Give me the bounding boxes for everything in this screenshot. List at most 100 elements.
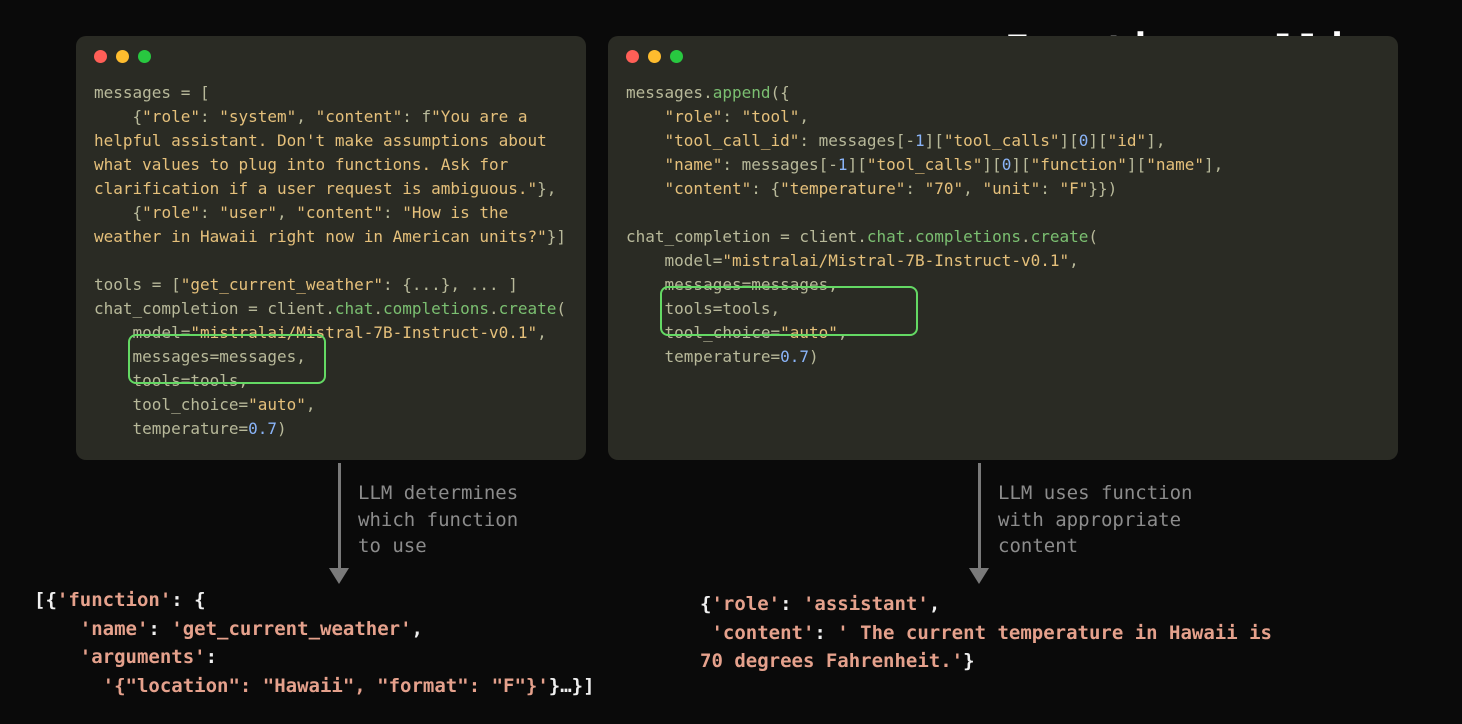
code-token: : [722,107,741,126]
code-token: 0 [1002,155,1012,174]
code-token: , [1069,251,1079,270]
code-token: ) [809,347,819,366]
code-token: messages=messages, [94,347,306,366]
code-token: . [905,227,915,246]
code-token: 'arguments' [80,646,206,668]
code-token: '{"location": "Hawaii", "format": "F"}' [103,675,549,697]
code-token: ][ [848,155,867,174]
code-token: 1 [838,155,848,174]
code-token: , [277,203,296,222]
maximize-icon [138,50,151,63]
code-token: 'get_current_weather' [171,618,411,640]
code-token: "role" [142,203,200,222]
code-token: "role" [665,107,723,126]
code-token: "tool" [742,107,800,126]
code-token: chat [867,227,906,246]
code-token: 'name' [80,618,149,640]
code-token: "role" [142,107,200,126]
code-block-left: messages = [ {"role": "system", "content… [94,81,568,441]
code-token: , [412,618,423,640]
code-token: { [94,203,142,222]
code-token: : [200,203,219,222]
close-icon [626,50,639,63]
arrow-right [969,463,989,584]
traffic-lights [626,50,1380,63]
code-token: "get_current_weather" [181,275,383,294]
code-token: ' The current temperature in Hawaii is [837,622,1283,644]
output-right: {'role': 'assistant', 'content': ' The c… [700,590,1283,676]
arrow-line [978,463,981,569]
arrow-head-icon [329,568,349,584]
code-token: : [1040,179,1059,198]
code-token: 70 degrees Fahrenheit.' [700,650,963,672]
code-token: "auto" [248,395,306,414]
code-token: : [814,622,837,644]
code-token: helpful assistant. Don't make assumption… [94,131,556,150]
code-token: ][ [1088,131,1107,150]
code-token: ][ [1059,131,1078,150]
code-token: temperature= [626,347,780,366]
code-token: ( [556,299,566,318]
code-token: ], [1146,131,1165,150]
code-token: tool_choice= [94,395,248,414]
code-token: 'function' [57,589,171,611]
code-token: : [206,646,217,668]
code-token: 'role' [711,593,780,615]
code-token: }] [547,227,566,246]
code-token: ][ [925,131,944,150]
code-token [626,107,665,126]
code-token: ], [1204,155,1223,174]
code-token: messages = [ [94,83,210,102]
code-token: model= [94,323,190,342]
code-token: weather in Hawaii right now in American … [94,227,547,246]
code-token: "id" [1108,131,1147,150]
code-token: create [1031,227,1089,246]
code-token: append [713,83,771,102]
code-token: "system" [219,107,296,126]
code-token: }}) [1088,179,1117,198]
code-token: messages=messages, [626,275,838,294]
code-token: }, [537,179,556,198]
code-token: ({ [771,83,790,102]
code-token: messages. [626,83,713,102]
code-token: "70" [925,179,964,198]
code-token: }…}] [549,675,595,697]
code-token: "user" [219,203,277,222]
output-left: [{'function': { 'name': 'get_current_wea… [34,586,595,700]
code-token: : { [171,589,205,611]
code-token: 0 [1079,131,1089,150]
code-token: : [383,203,402,222]
code-token: completions [383,299,489,318]
code-token: 0.7 [780,347,809,366]
code-token: ][ [982,155,1001,174]
code-token: . [489,299,499,318]
code-token: 1 [915,131,925,150]
code-token: create [499,299,557,318]
code-token: "auto" [780,323,838,342]
code-panel-right: messages.append({ "role": "tool", "tool_… [608,36,1398,460]
close-icon [94,50,107,63]
code-token: ( [1088,227,1098,246]
code-token: 'assistant' [803,593,929,615]
code-token: "tool_calls" [867,155,983,174]
code-token: "mistralai/Mistral-7B-Instruct-v0.1" [722,251,1069,270]
code-token: what values to plug into functions. Ask … [94,155,518,174]
code-token: "tool_call_id" [665,131,800,150]
code-token: "tool_calls" [944,131,1060,150]
code-token: : messages[- [722,155,838,174]
minimize-icon [648,50,661,63]
minimize-icon [116,50,129,63]
code-token: { [94,107,142,126]
code-token: [{ [34,589,57,611]
code-token: clarification if a user request is ambig… [94,179,537,198]
code-token: "F" [1060,179,1089,198]
code-token: "name" [1146,155,1204,174]
code-token: "mistralai/Mistral-7B-Instruct-v0.1" [190,323,537,342]
code-token: ) [277,419,287,438]
code-token: "unit" [982,179,1040,198]
code-token: chat_completion = client. [94,299,335,318]
code-token: 0.7 [248,419,277,438]
traffic-lights [94,50,568,63]
maximize-icon [670,50,683,63]
code-token: : [148,618,171,640]
